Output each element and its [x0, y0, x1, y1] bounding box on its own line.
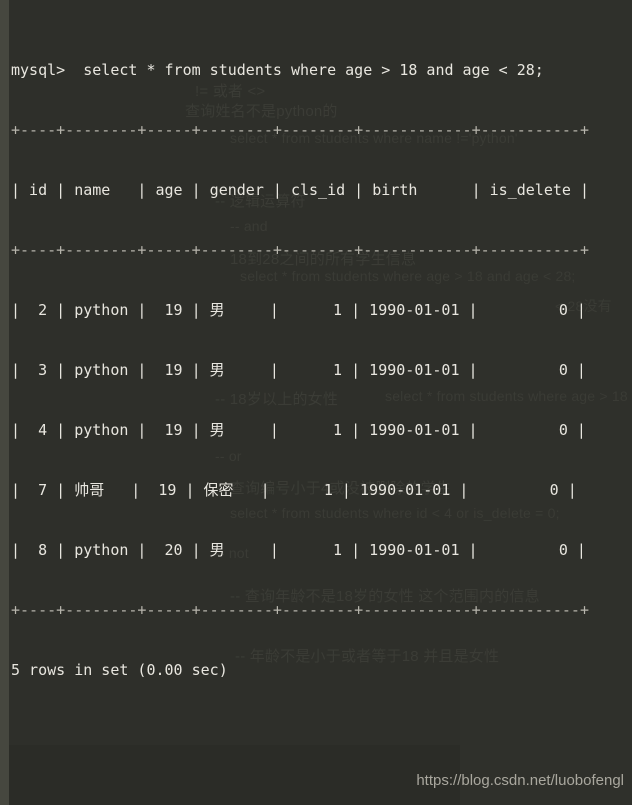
command-line[interactable]: mysql> select * from students where age …	[11, 60, 632, 80]
terminal-output[interactable]: mysql> select * from students where age …	[11, 0, 632, 805]
table-row: | 7 | 帅哥 | 19 | 保密 | 1 | 1990-01-01 | 0 …	[11, 481, 577, 499]
csdn-watermark: https://blog.csdn.net/luobofengl	[416, 772, 624, 789]
table-header: | id | name | age | gender | cls_id | bi…	[11, 181, 589, 199]
table-row: | 2 | python | 19 | 男 | 1 | 1990-01-01 |…	[11, 301, 586, 319]
terminal-window: != 或者 <> 查询姓名不是python的 select * from stu…	[0, 0, 632, 805]
table-row: | 3 | python | 19 | 男 | 1 | 1990-01-01 |…	[11, 361, 586, 379]
table-rule: +----+--------+-----+--------+--------+-…	[11, 601, 589, 619]
window-left-edge-strip	[0, 0, 9, 805]
table-rule: +----+--------+-----+--------+--------+-…	[11, 121, 589, 139]
table-rule: +----+--------+-----+--------+--------+-…	[11, 241, 589, 259]
table-row: | 8 | python | 20 | 男 | 1 | 1990-01-01 |…	[11, 541, 586, 559]
result-status: 5 rows in set (0.00 sec)	[11, 661, 228, 679]
table-row: | 4 | python | 19 | 男 | 1 | 1990-01-01 |…	[11, 421, 586, 439]
